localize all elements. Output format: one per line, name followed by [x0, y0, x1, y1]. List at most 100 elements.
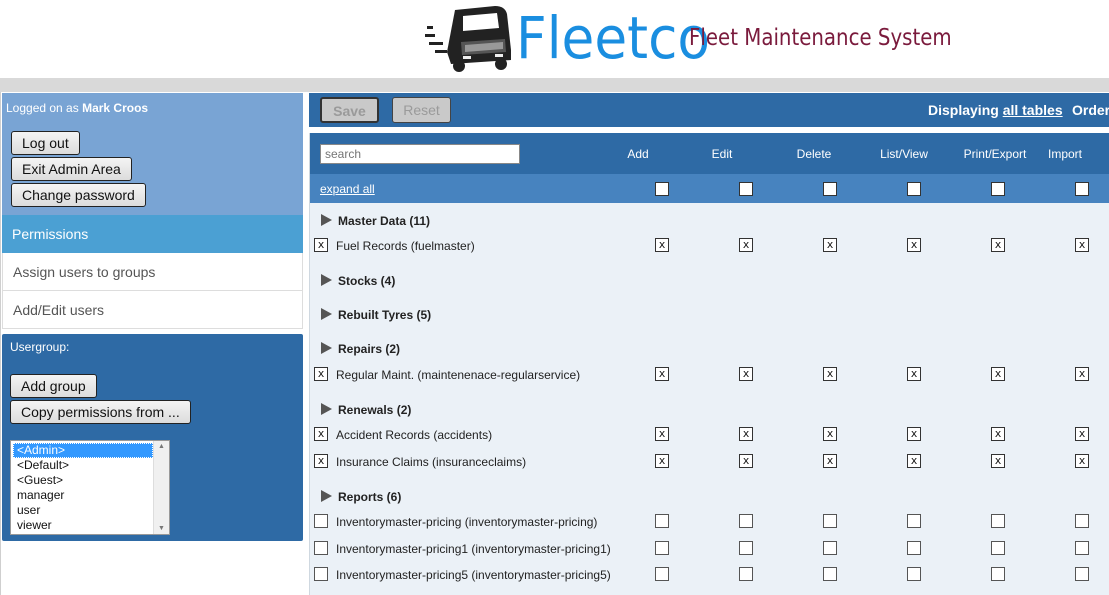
expand-arrow-icon[interactable]	[321, 308, 332, 320]
edit-permission-checkbox[interactable]: x	[739, 367, 753, 381]
add-permission-checkbox[interactable]	[655, 541, 669, 555]
edit-permission-checkbox[interactable]: x	[739, 238, 753, 252]
print-export-permission-checkbox[interactable]	[991, 567, 1005, 581]
add-permission-checkbox[interactable]: x	[655, 454, 669, 468]
permission-group-row[interactable]: Rebuilt Tyres (5)	[310, 301, 1109, 327]
order-link[interactable]: Order	[1072, 102, 1109, 118]
import-permission-checkbox[interactable]	[1075, 541, 1089, 555]
row-select-checkbox[interactable]	[314, 567, 328, 581]
permissions-toolbar: Save Reset Displaying all tables Order	[309, 93, 1109, 127]
scroll-down-icon[interactable]: ▼	[158, 525, 165, 532]
expand-arrow-icon[interactable]	[321, 490, 332, 502]
row-select-checkbox[interactable]	[314, 541, 328, 555]
print-export-permission-checkbox[interactable]: x	[991, 454, 1005, 468]
usergroup-option[interactable]: viewer	[13, 518, 153, 533]
list-view-permission-checkbox[interactable]	[907, 514, 921, 528]
group-title[interactable]: Master Data (11)	[321, 214, 430, 228]
add-permission-checkbox[interactable]: x	[655, 427, 669, 441]
import-permission-checkbox[interactable]	[1075, 514, 1089, 528]
edit-permission-checkbox[interactable]: x	[739, 454, 753, 468]
usergroup-option[interactable]: <Admin>	[13, 443, 153, 458]
usergroup-panel: Usergroup: Add group Copy permissions fr…	[2, 334, 303, 541]
copy-permissions-button[interactable]: Copy permissions from ...	[10, 400, 191, 424]
add-permission-checkbox[interactable]: x	[655, 238, 669, 252]
save-button[interactable]: Save	[320, 97, 379, 123]
import-permission-checkbox[interactable]	[1075, 567, 1089, 581]
list-view-permission-checkbox[interactable]: x	[907, 238, 921, 252]
logout-button[interactable]: Log out	[11, 131, 80, 155]
delete-permission-checkbox[interactable]: x	[823, 367, 837, 381]
expand-arrow-icon[interactable]	[321, 274, 332, 286]
expand-arrow-icon[interactable]	[321, 403, 332, 415]
row-select-checkbox[interactable]	[314, 514, 328, 528]
nav-assign-users[interactable]: Assign users to groups	[2, 253, 303, 291]
nav-permissions[interactable]: Permissions	[2, 215, 303, 253]
select-all-edit-checkbox[interactable]	[739, 182, 753, 196]
change-password-button[interactable]: Change password	[11, 183, 146, 207]
print-export-permission-checkbox[interactable]: x	[991, 238, 1005, 252]
group-title[interactable]: Repairs (2)	[321, 342, 400, 356]
expand-all-link[interactable]: expand all	[320, 182, 375, 196]
row-select-checkbox[interactable]: x	[314, 454, 328, 468]
delete-permission-checkbox[interactable]	[823, 567, 837, 581]
select-all-print-export-checkbox[interactable]	[991, 182, 1005, 196]
row-select-checkbox[interactable]: x	[314, 427, 328, 441]
add-group-button[interactable]: Add group	[10, 374, 97, 398]
group-title[interactable]: Renewals (2)	[321, 403, 411, 417]
listbox-scrollbar[interactable]: ▲ ▼	[153, 441, 169, 534]
usergroup-option[interactable]: <Default>	[13, 458, 153, 473]
expand-arrow-icon[interactable]	[321, 214, 332, 226]
add-permission-checkbox[interactable]	[655, 514, 669, 528]
print-export-permission-checkbox[interactable]: x	[991, 367, 1005, 381]
list-view-permission-checkbox[interactable]: x	[907, 427, 921, 441]
print-export-permission-checkbox[interactable]	[991, 514, 1005, 528]
exit-admin-button[interactable]: Exit Admin Area	[11, 157, 132, 181]
print-export-permission-checkbox[interactable]: x	[991, 427, 1005, 441]
search-input[interactable]	[320, 144, 520, 164]
permission-group-row[interactable]: Repairs (2)	[310, 335, 1109, 361]
row-select-checkbox[interactable]: x	[314, 367, 328, 381]
edit-permission-checkbox[interactable]	[739, 541, 753, 555]
list-view-permission-checkbox[interactable]	[907, 541, 921, 555]
group-title[interactable]: Reports (6)	[321, 490, 401, 504]
usergroup-option[interactable]: manager	[13, 488, 153, 503]
import-permission-checkbox[interactable]: x	[1075, 367, 1089, 381]
import-permission-checkbox[interactable]: x	[1075, 454, 1089, 468]
permission-group-row[interactable]: Stocks (4)	[310, 267, 1109, 293]
group-title[interactable]: Rebuilt Tyres (5)	[321, 308, 431, 322]
delete-permission-checkbox[interactable]	[823, 514, 837, 528]
reset-button[interactable]: Reset	[392, 97, 451, 123]
permission-group-row[interactable]: Renewals (2)	[310, 396, 1109, 422]
add-permission-checkbox[interactable]: x	[655, 367, 669, 381]
select-all-add-checkbox[interactable]	[655, 182, 669, 196]
print-export-permission-checkbox[interactable]	[991, 541, 1005, 555]
usergroup-listbox[interactable]: <Admin> <Default> <Guest> manager user v…	[10, 440, 170, 535]
edit-permission-checkbox[interactable]	[739, 514, 753, 528]
delete-permission-checkbox[interactable]: x	[823, 238, 837, 252]
group-title-text: Master Data (11)	[338, 214, 431, 228]
edit-permission-checkbox[interactable]	[739, 567, 753, 581]
list-view-permission-checkbox[interactable]: x	[907, 454, 921, 468]
usergroup-option[interactable]: user	[13, 503, 153, 518]
nav-add-edit-users[interactable]: Add/Edit users	[2, 291, 303, 329]
edit-permission-checkbox[interactable]: x	[739, 427, 753, 441]
all-tables-link[interactable]: all tables	[1003, 102, 1063, 118]
import-permission-checkbox[interactable]: x	[1075, 238, 1089, 252]
add-permission-checkbox[interactable]	[655, 567, 669, 581]
expand-arrow-icon[interactable]	[321, 342, 332, 354]
usergroup-option[interactable]: <Guest>	[13, 473, 153, 488]
permission-group-row[interactable]: Reports (6)	[310, 483, 1109, 509]
select-all-list-view-checkbox[interactable]	[907, 182, 921, 196]
group-title[interactable]: Stocks (4)	[321, 274, 395, 288]
list-view-permission-checkbox[interactable]: x	[907, 367, 921, 381]
import-permission-checkbox[interactable]: x	[1075, 427, 1089, 441]
select-all-import-checkbox[interactable]	[1075, 182, 1089, 196]
list-view-permission-checkbox[interactable]	[907, 567, 921, 581]
select-all-delete-checkbox[interactable]	[823, 182, 837, 196]
permission-group-row[interactable]: Master Data (11)	[310, 207, 1109, 233]
delete-permission-checkbox[interactable]: x	[823, 454, 837, 468]
scroll-up-icon[interactable]: ▲	[158, 443, 165, 450]
delete-permission-checkbox[interactable]	[823, 541, 837, 555]
row-select-checkbox[interactable]: x	[314, 238, 328, 252]
delete-permission-checkbox[interactable]: x	[823, 427, 837, 441]
